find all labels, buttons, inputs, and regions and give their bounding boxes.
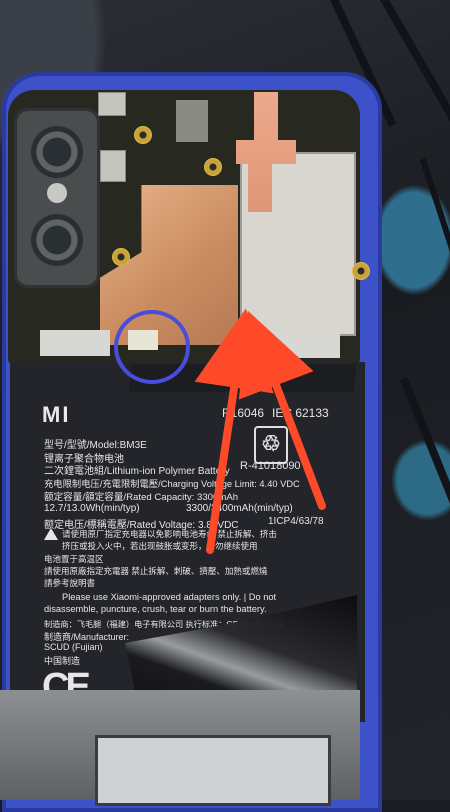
annotation-arrows — [194, 308, 326, 554]
annotation-arrow-right — [238, 310, 326, 510]
annotation-arrow-left — [194, 308, 274, 554]
